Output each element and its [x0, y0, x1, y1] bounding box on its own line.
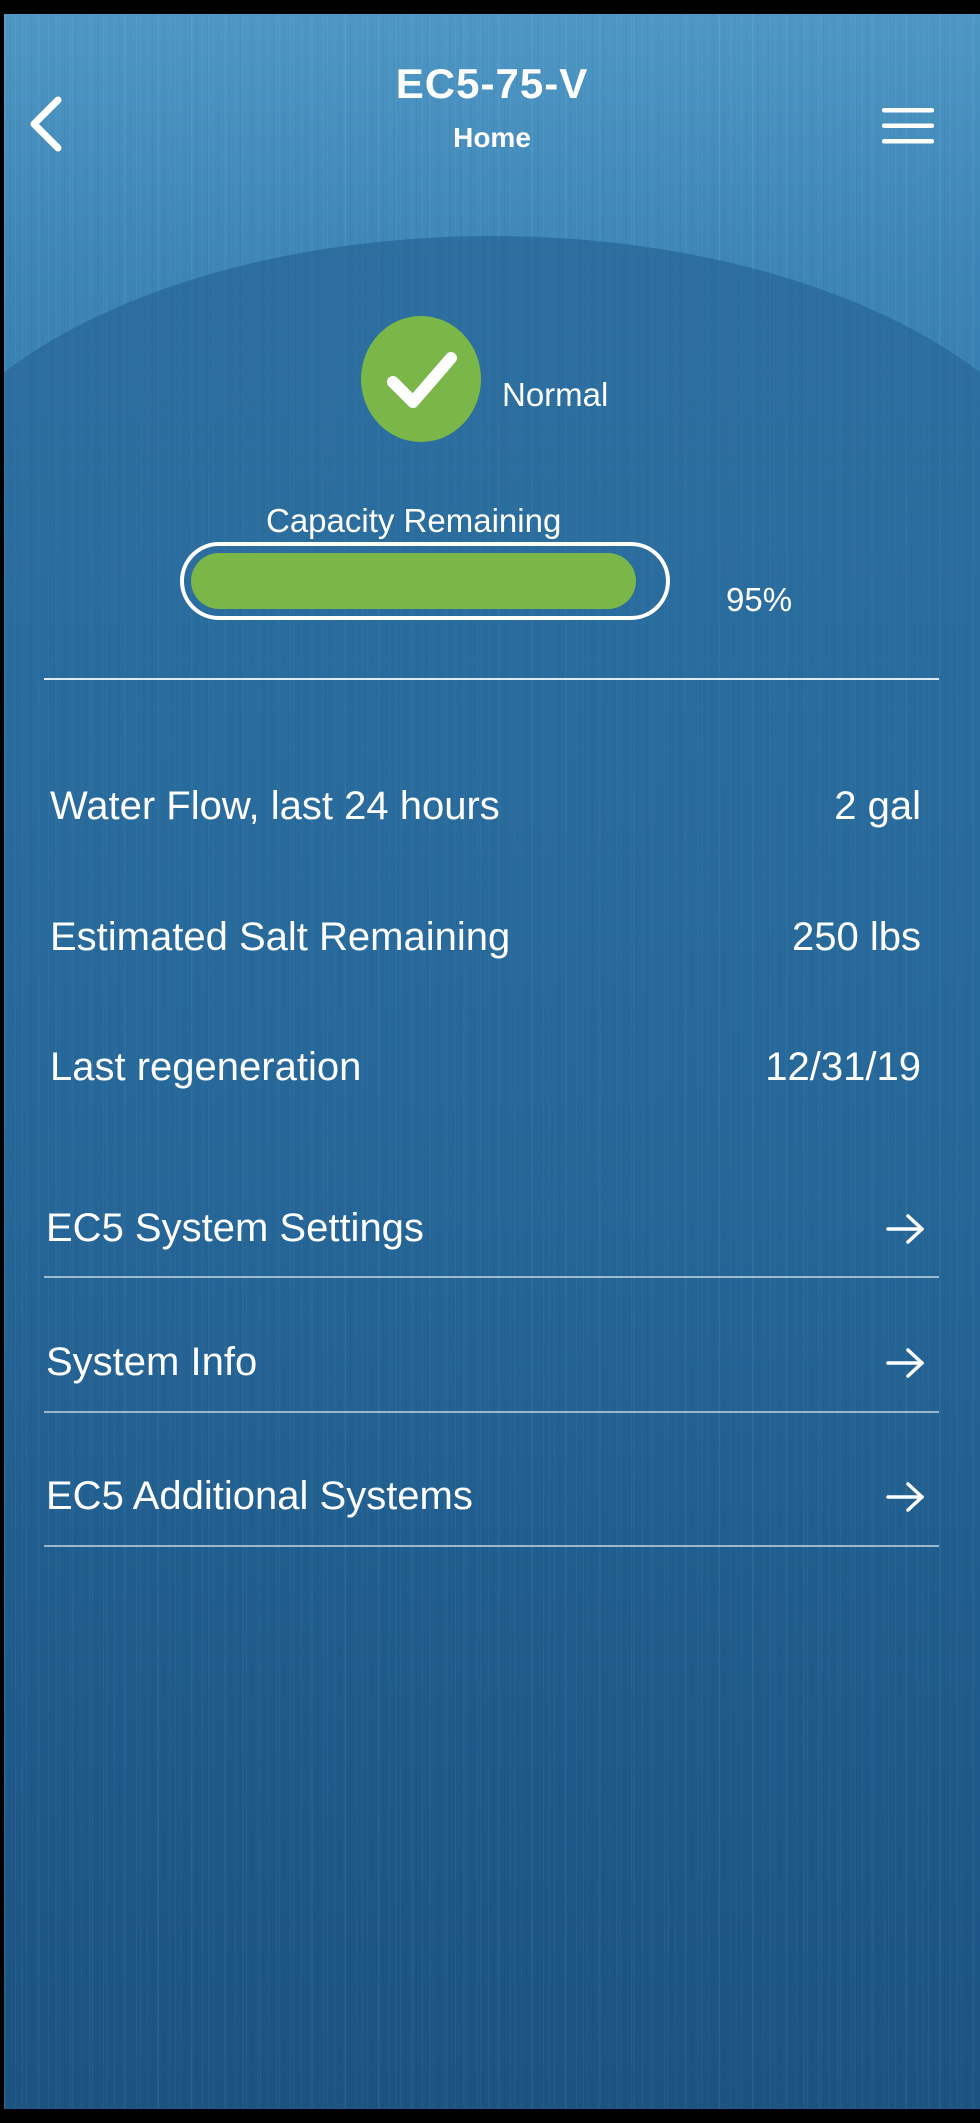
menu-button[interactable]: [880, 106, 936, 146]
section-divider: [44, 678, 939, 680]
status-text: Normal: [502, 376, 609, 413]
nav-item-label: System Info: [46, 1340, 258, 1384]
arrow-right-icon: [886, 1482, 924, 1512]
nav-item-label: EC5 System Settings: [46, 1206, 424, 1250]
capacity-label: Capacity Remaining: [266, 502, 562, 539]
last-regeneration-value: 12/31/19: [765, 1045, 921, 1089]
nav-item-system-info[interactable]: System Info: [44, 1302, 939, 1428]
list-divider: [44, 1276, 939, 1278]
salt-remaining-value: 250 lbs: [792, 915, 921, 959]
arrow-right-icon: [886, 1214, 924, 1244]
capacity-progress-fill: [191, 553, 636, 609]
salt-remaining-label: Estimated Salt Remaining: [50, 915, 511, 959]
capacity-percent: 95%: [726, 581, 793, 618]
arrow-right-icon: [886, 1348, 924, 1378]
list-divider: [44, 1411, 939, 1413]
capacity-progress-bar: [180, 542, 670, 620]
nav-item-label: EC5 Additional Systems: [46, 1474, 473, 1518]
page-subtitle: Home: [453, 122, 531, 153]
hamburger-menu-icon: [882, 108, 934, 144]
water-flow-value: 2 gal: [834, 784, 921, 828]
status-badge: [361, 316, 481, 442]
last-regeneration-label: Last regeneration: [50, 1045, 362, 1089]
water-flow-label: Water Flow, last 24 hours: [50, 784, 500, 828]
checkmark-icon: [387, 352, 457, 408]
page-title: EC5-75-V: [395, 60, 589, 107]
home-screen: EC5-75-V Home Normal Capacity Remaining …: [4, 14, 980, 2109]
nav-item-additional-systems[interactable]: EC5 Additional Systems: [44, 1436, 939, 1562]
list-divider: [44, 1545, 939, 1547]
